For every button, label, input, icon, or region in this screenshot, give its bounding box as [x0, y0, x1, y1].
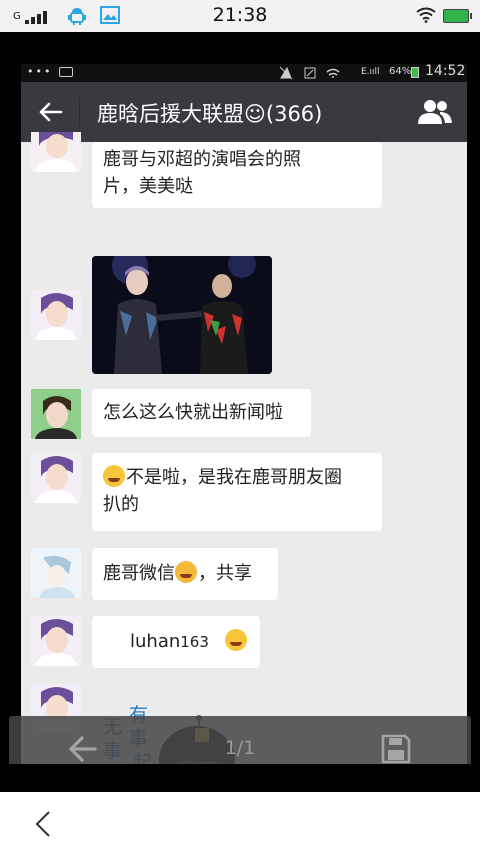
- shared-photo[interactable]: [92, 256, 272, 374]
- message-text: 扒的: [103, 494, 139, 515]
- camera-icon: [59, 67, 73, 77]
- message-bubble[interactable]: 鹿哥微信 ，共享: [92, 548, 278, 600]
- avatar[interactable]: [31, 389, 81, 439]
- message-text: 鹿哥微信: [103, 563, 175, 584]
- status-icons: [279, 66, 349, 80]
- heart-eyes-emoji-icon: [175, 561, 197, 583]
- chat-title-bar: 鹿晗后援大联盟☺(366): [21, 82, 467, 142]
- nav-back-icon[interactable]: [34, 810, 52, 842]
- divider: [79, 98, 80, 126]
- message-text: luhan: [130, 631, 181, 652]
- wifi-icon: [416, 7, 436, 27]
- avatar[interactable]: [31, 290, 81, 340]
- message-text: 鹿哥与邓超的演唱会的照: [103, 149, 301, 170]
- message-text: 不是啦，是我在鹿哥朋友圈: [126, 467, 342, 488]
- save-icon[interactable]: [381, 734, 411, 764]
- message-bubble[interactable]: 鹿哥与邓超的演唱会的照 片，美美哒: [92, 142, 382, 208]
- viewer-toolbar: 1/1: [9, 716, 471, 764]
- message-text: 片，美美哒: [103, 176, 193, 197]
- avatar[interactable]: [31, 548, 81, 598]
- avatar[interactable]: [31, 132, 81, 172]
- notification-dots: •••: [27, 65, 53, 78]
- status-bar: G 21:38: [0, 0, 480, 32]
- message-bubble[interactable]: 不是啦，是我在鹿哥朋友圈 扒的: [92, 453, 382, 531]
- message-text: ，共享: [198, 563, 252, 584]
- tongue-emoji-icon: [103, 465, 125, 487]
- message-text: 怎么这么快就出新闻啦: [103, 402, 283, 423]
- inner-signal: E.ııll: [361, 67, 380, 77]
- image-viewer: ••• E.ııll 64% 14:52 鹿晗后援大联盟☺(366) 鹿哥与邓超…: [0, 32, 480, 764]
- group-members-icon[interactable]: [417, 98, 453, 130]
- inner-battery-icon: [411, 67, 419, 78]
- message-bubble[interactable]: 怎么这么快就出新闻啦: [92, 389, 311, 437]
- chat-title: 鹿晗后援大联盟☺(366): [97, 102, 323, 126]
- battery-icon: [443, 9, 472, 23]
- inner-status-bar: ••• E.ııll 64% 14:52: [21, 64, 467, 82]
- message-text: 163: [180, 633, 209, 651]
- battery-percent: 64%: [389, 66, 412, 77]
- back-arrow-icon[interactable]: [35, 98, 65, 126]
- inner-clock: 14:52: [425, 64, 466, 79]
- clock: 21:38: [212, 4, 268, 26]
- avatar[interactable]: [31, 616, 81, 666]
- grimace-emoji-icon: [224, 629, 247, 651]
- navigation-bar: [0, 792, 480, 854]
- chat-screenshot[interactable]: ••• E.ııll 64% 14:52 鹿晗后援大联盟☺(366) 鹿哥与邓超…: [21, 64, 467, 764]
- avatar[interactable]: [31, 453, 81, 503]
- message-bubble[interactable]: luhan163: [92, 616, 260, 668]
